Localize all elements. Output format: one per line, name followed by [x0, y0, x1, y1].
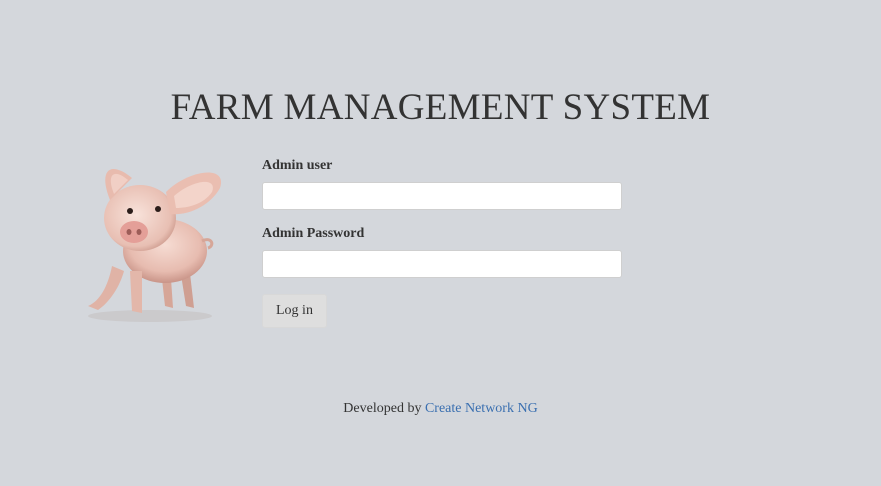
login-form: Admin user Admin Password Log in	[262, 158, 622, 328]
footer: Developed by Create Network NG	[0, 401, 881, 417]
admin-password-input[interactable]	[262, 250, 622, 278]
developer-link[interactable]: Create Network NG	[425, 401, 538, 416]
admin-password-label: Admin Password	[262, 226, 365, 241]
page-title: FARM MANAGEMENT SYSTEM	[170, 87, 711, 128]
pig-image	[70, 156, 230, 326]
admin-user-label: Admin user	[262, 158, 333, 173]
login-button[interactable]: Log in	[262, 294, 327, 328]
footer-prefix: Developed by	[343, 401, 422, 416]
admin-user-input[interactable]	[262, 182, 622, 210]
